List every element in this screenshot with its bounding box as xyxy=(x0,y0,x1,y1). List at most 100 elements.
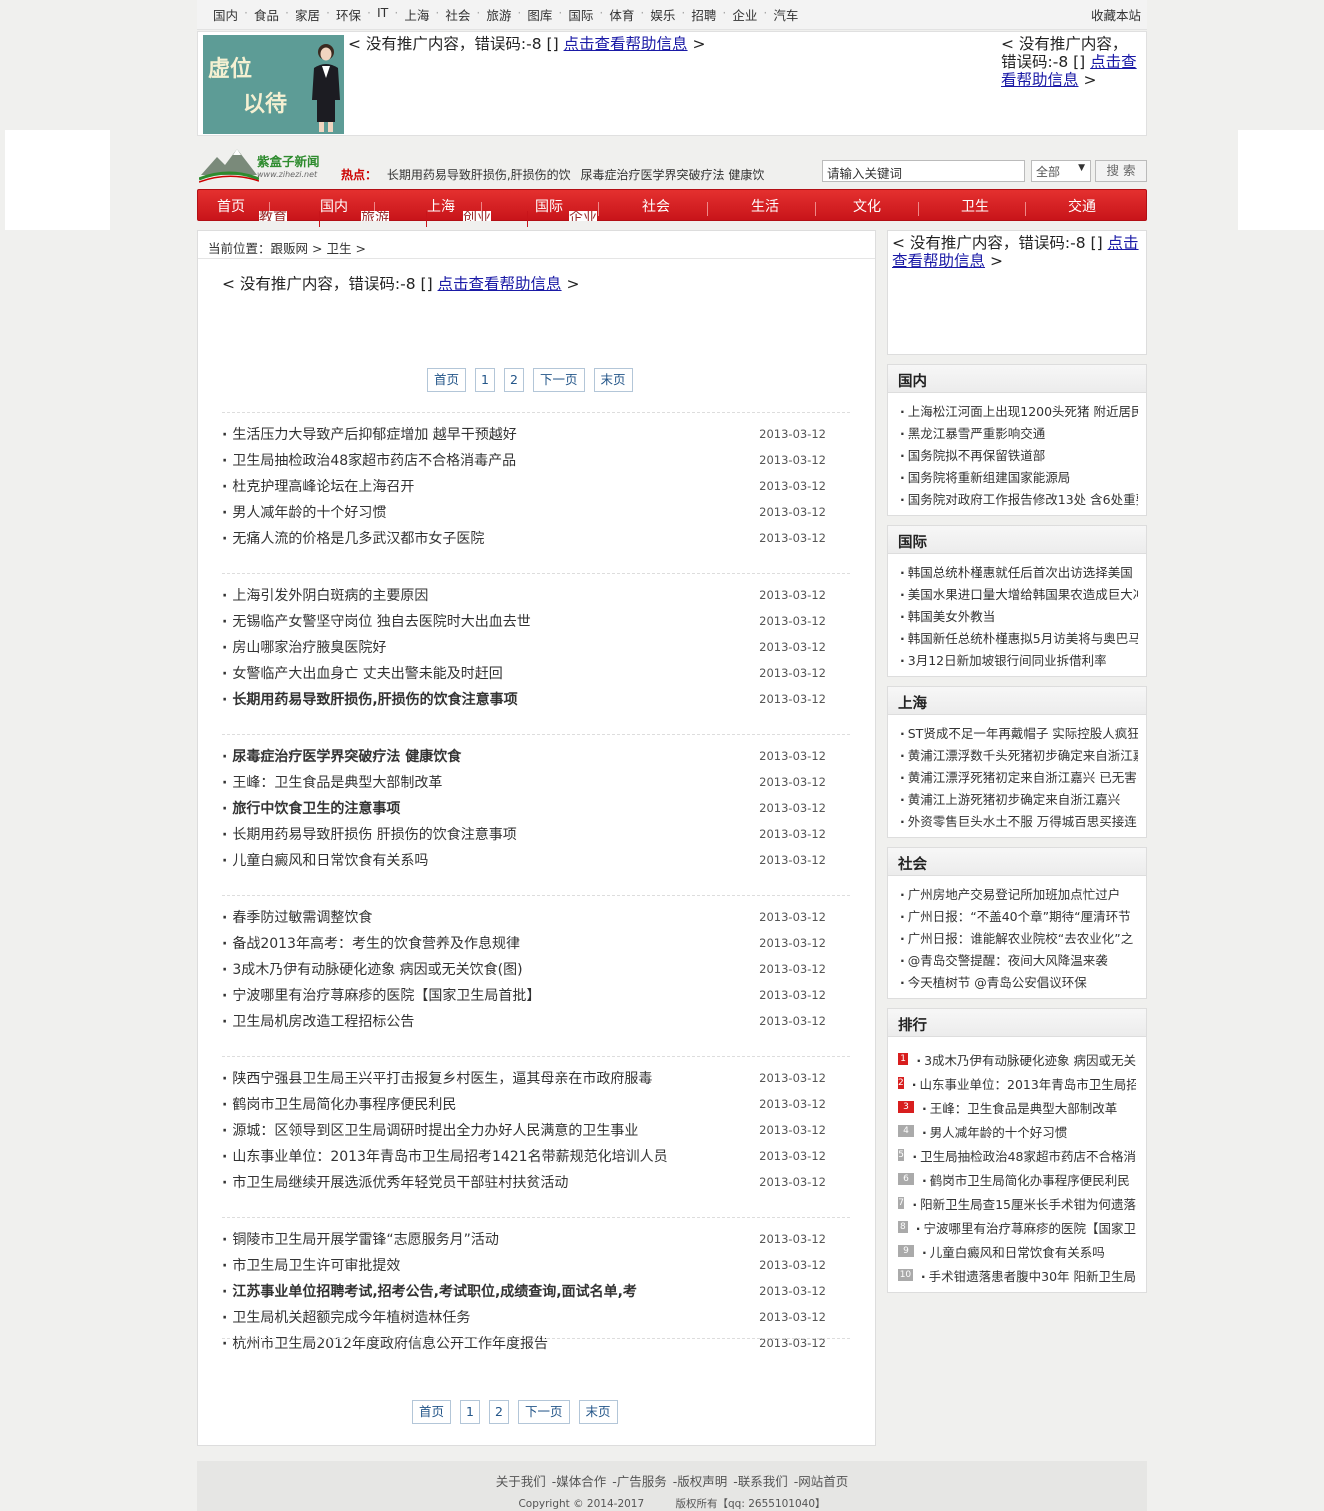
pager-page-1[interactable]: 1 xyxy=(460,1400,481,1424)
sidebar-box-title[interactable]: 社会 xyxy=(888,848,1146,876)
top-nav-link[interactable]: 娱乐 xyxy=(644,5,681,24)
top-nav-link[interactable]: 汽车 xyxy=(767,5,804,24)
sidebar-news-link[interactable]: 国务院拟不再保留铁道部 xyxy=(900,445,1138,467)
ranking-news-link[interactable]: 阳新卫生局查15厘米长手术钳为何遗落 xyxy=(912,1194,1136,1213)
ranking-news-link[interactable]: 儿童白癜风和日常饮食有关系吗 xyxy=(922,1242,1105,1261)
news-title-link[interactable]: 卫生局机关超额完成今年植树造林任务 xyxy=(222,1307,470,1327)
news-title-link[interactable]: 女警临产大出血身亡 丈夫出警未能及时赶回 xyxy=(222,663,502,683)
pager-page-2[interactable]: 2 xyxy=(504,368,525,392)
news-title-link[interactable]: 杜克护理高峰论坛在上海召开 xyxy=(222,476,414,496)
sidebar-news-link[interactable]: ST贤成不足一年再戴帽子 实际控股人疯狂 xyxy=(900,723,1138,745)
pager-next-button[interactable]: 下一页 xyxy=(533,368,585,392)
sidebar-news-link[interactable]: 美国水果进口量大增给韩国果农造成巨大冲 xyxy=(900,584,1138,606)
news-title-link[interactable]: 春季防过敏需调整饮食 xyxy=(222,907,372,927)
sidebar-box-title[interactable]: 国际 xyxy=(888,526,1146,554)
ranking-news-link[interactable]: 鹤岗市卫生局简化办事程序便民利民 xyxy=(922,1170,1130,1189)
news-title-link[interactable]: 杭州市卫生局2012年度政府信息公开工作年度报告 xyxy=(222,1333,548,1353)
news-title-link[interactable]: 宁波哪里有治疗荨麻疹的医院【国家卫生局首批】 xyxy=(222,985,540,1005)
news-title-link[interactable]: 市卫生局继续开展选派优秀年轻党员干部驻村扶贫活动 xyxy=(222,1172,568,1192)
pager-first-button[interactable]: 首页 xyxy=(412,1400,452,1424)
pager-page-1[interactable]: 1 xyxy=(475,368,496,392)
ranking-news-link[interactable]: 卫生局抽检政治48家超市药店不合格消 xyxy=(912,1146,1136,1165)
sidebar-news-link[interactable]: 国务院将重新组建国家能源局 xyxy=(900,467,1138,489)
pager-first-button[interactable]: 首页 xyxy=(427,368,467,392)
top-nav-link[interactable]: 国内 xyxy=(207,5,244,24)
promo-help-link[interactable]: 点击查看帮助信息 xyxy=(564,35,688,53)
footer-link[interactable]: -版权声明 xyxy=(673,1474,728,1489)
news-title-link[interactable]: 王峰：卫生食品是典型大部制改革 xyxy=(222,772,442,792)
promo-help-link[interactable]: 点击查看帮助信息 xyxy=(438,275,562,293)
news-title-link[interactable]: 尿毒症治疗医学界突破疗法 健康饮食 xyxy=(222,746,461,766)
hot-item[interactable]: 长期用药易导致肝损伤,肝损伤的饮 xyxy=(387,168,571,182)
sidebar-news-link[interactable]: 广州房地产交易登记所加班加点忙过户 xyxy=(900,884,1138,906)
top-nav-link[interactable]: 环保 xyxy=(330,5,367,24)
news-title-link[interactable]: 无痛人流的价格是几多武汉都市女子医院 xyxy=(222,528,484,548)
sidebar-news-link[interactable]: 广州日报：谁能解农业院校“去农业化”之 xyxy=(900,928,1138,950)
news-title-link[interactable]: 源城：区领导到区卫生局调研时提出全力办好人民满意的卫生事业 xyxy=(222,1120,638,1140)
news-title-link[interactable]: 市卫生局卫生许可审批提效 xyxy=(222,1255,400,1275)
sidebar-box-title[interactable]: 国内 xyxy=(888,365,1146,393)
news-title-link[interactable]: 上海引发外阴白斑病的主要原因 xyxy=(222,585,428,605)
top-nav-link[interactable]: 食品 xyxy=(248,5,285,24)
top-nav-link[interactable]: 招聘 xyxy=(685,5,722,24)
news-title-link[interactable]: 山东事业单位：2013年青岛市卫生局招考1421名带薪规范化培训人员 xyxy=(222,1146,667,1166)
news-title-link[interactable]: 卫生局机房改造工程招标公告 xyxy=(222,1011,414,1031)
breadcrumb-site-link[interactable]: 跟贩网 xyxy=(271,241,309,256)
news-title-link[interactable]: 房山哪家治疗腋臭医院好 xyxy=(222,637,386,657)
news-title-link[interactable]: 儿童白癜风和日常饮食有关系吗 xyxy=(222,850,428,870)
submenu-item-education[interactable]: 教育 xyxy=(259,211,287,221)
news-title-link[interactable]: 3成木乃伊有动脉硬化迹象 病因或无关饮食(图) xyxy=(222,959,522,979)
ranking-news-link[interactable]: 3成木乃伊有动脉硬化迹象 病因或无关 xyxy=(916,1050,1136,1069)
site-logo[interactable]: 紫盒子新闻 www.zihezi.net xyxy=(199,143,329,183)
ranking-news-link[interactable]: 手术钳遗落患者腹中30年 阳新卫生局 xyxy=(921,1266,1136,1285)
sidebar-news-link[interactable]: 广州日报：“不盖40个章”期待“厘清环节 xyxy=(900,906,1138,928)
news-title-link[interactable]: 卫生局抽检政治48家超市药店不合格消毒产品 xyxy=(222,450,516,470)
sidebar-news-link[interactable]: 韩国总统朴槿惠就任后首次出访选择美国 xyxy=(900,562,1138,584)
news-title-link[interactable]: 江苏事业单位招聘考试,招考公告,考试职位,成绩查询,面试名单,考 xyxy=(222,1281,637,1301)
top-nav-link[interactable]: 企业 xyxy=(726,5,763,24)
news-title-link[interactable]: 生活压力大导致产后抑郁症增加 越早干预越好 xyxy=(222,424,516,444)
news-title-link[interactable]: 无锡临产女警坚守岗位 独自去医院时大出血去世 xyxy=(222,611,530,631)
sidebar-box-title[interactable]: 上海 xyxy=(888,687,1146,715)
footer-link[interactable]: 关于我们 xyxy=(496,1474,546,1489)
sidebar-news-link[interactable]: 今天植树节 @青岛公安倡议环保 xyxy=(900,972,1138,994)
search-category-select[interactable]: 全部 ▼ xyxy=(1031,160,1091,182)
pager-last-button[interactable]: 末页 xyxy=(578,1400,618,1424)
favorite-link[interactable]: 收藏本站 xyxy=(1091,5,1141,24)
news-title-link[interactable]: 旅行中饮食卫生的注意事项 xyxy=(222,798,400,818)
top-nav-link[interactable]: 国际 xyxy=(562,5,599,24)
top-nav-link[interactable]: 体育 xyxy=(603,5,640,24)
footer-link[interactable]: -广告服务 xyxy=(612,1474,667,1489)
search-input[interactable]: 请输入关键词 xyxy=(822,160,1025,182)
top-nav-link[interactable]: 社会 xyxy=(439,5,476,24)
sidebar-news-link[interactable]: 韩国美女外教当 xyxy=(900,606,1138,628)
sidebar-news-link[interactable]: 国务院对政府工作报告修改13处 含6处重要 xyxy=(900,489,1138,511)
pager-last-button[interactable]: 末页 xyxy=(593,368,633,392)
submenu-item-startup[interactable]: 创业 xyxy=(463,211,491,221)
sidebar-news-link[interactable]: 3月12日新加坡银行间同业拆借利率 xyxy=(900,650,1138,672)
sidebar-news-link[interactable]: 黄浦江上游死猪初步确定来自浙江嘉兴 xyxy=(900,789,1138,811)
news-title-link[interactable]: 长期用药易导致肝损伤 肝损伤的饮食注意事项 xyxy=(222,824,516,844)
news-title-link[interactable]: 男人减年龄的十个好习惯 xyxy=(222,502,386,522)
news-title-link[interactable]: 长期用药易导致肝损伤,肝损伤的饮食注意事项 xyxy=(222,689,517,709)
sidebar-news-link[interactable]: 黄浦江漂浮死猪初定来自浙江嘉兴 已无害 xyxy=(900,767,1138,789)
top-nav-link[interactable]: 旅游 xyxy=(480,5,517,24)
sidebar-news-link[interactable]: 黑龙江暴雪严重影响交通 xyxy=(900,423,1138,445)
top-nav-link[interactable]: 上海 xyxy=(398,5,435,24)
sidebar-news-link[interactable]: 上海松江河面上出现1200头死猪 附近居民 xyxy=(900,401,1138,423)
footer-link[interactable]: -网站首页 xyxy=(794,1474,849,1489)
footer-link[interactable]: -联系我们 xyxy=(733,1474,788,1489)
pager-page-2[interactable]: 2 xyxy=(489,1400,510,1424)
hot-item[interactable]: 尿毒症治疗医学界突破疗法 健康饮 xyxy=(581,168,765,182)
ranking-news-link[interactable]: 山东事业单位：2013年青岛市卫生局招 xyxy=(912,1074,1136,1093)
ad-image[interactable]: 虚位 以待 xyxy=(203,35,344,134)
top-nav-link[interactable]: IT xyxy=(371,5,394,24)
sidebar-news-link[interactable]: 韩国新任总统朴槿惠拟5月访美将与奥巴马 xyxy=(900,628,1138,650)
ranking-news-link[interactable]: 宁波哪里有治疗荨麻疹的医院【国家卫 xyxy=(916,1218,1136,1237)
breadcrumb-current-link[interactable]: 卫生 xyxy=(326,241,351,256)
search-button[interactable]: 搜 索 xyxy=(1095,160,1147,182)
news-title-link[interactable]: 铜陵市卫生局开展学雷锋“志愿服务月”活动 xyxy=(222,1229,499,1249)
top-nav-link[interactable]: 家居 xyxy=(289,5,326,24)
news-title-link[interactable]: 陕西宁强县卫生局王兴平打击报复乡村医生，逼其母亲在市政府服毒 xyxy=(222,1068,652,1088)
submenu-item-enterprise[interactable]: 企业 xyxy=(569,211,597,221)
